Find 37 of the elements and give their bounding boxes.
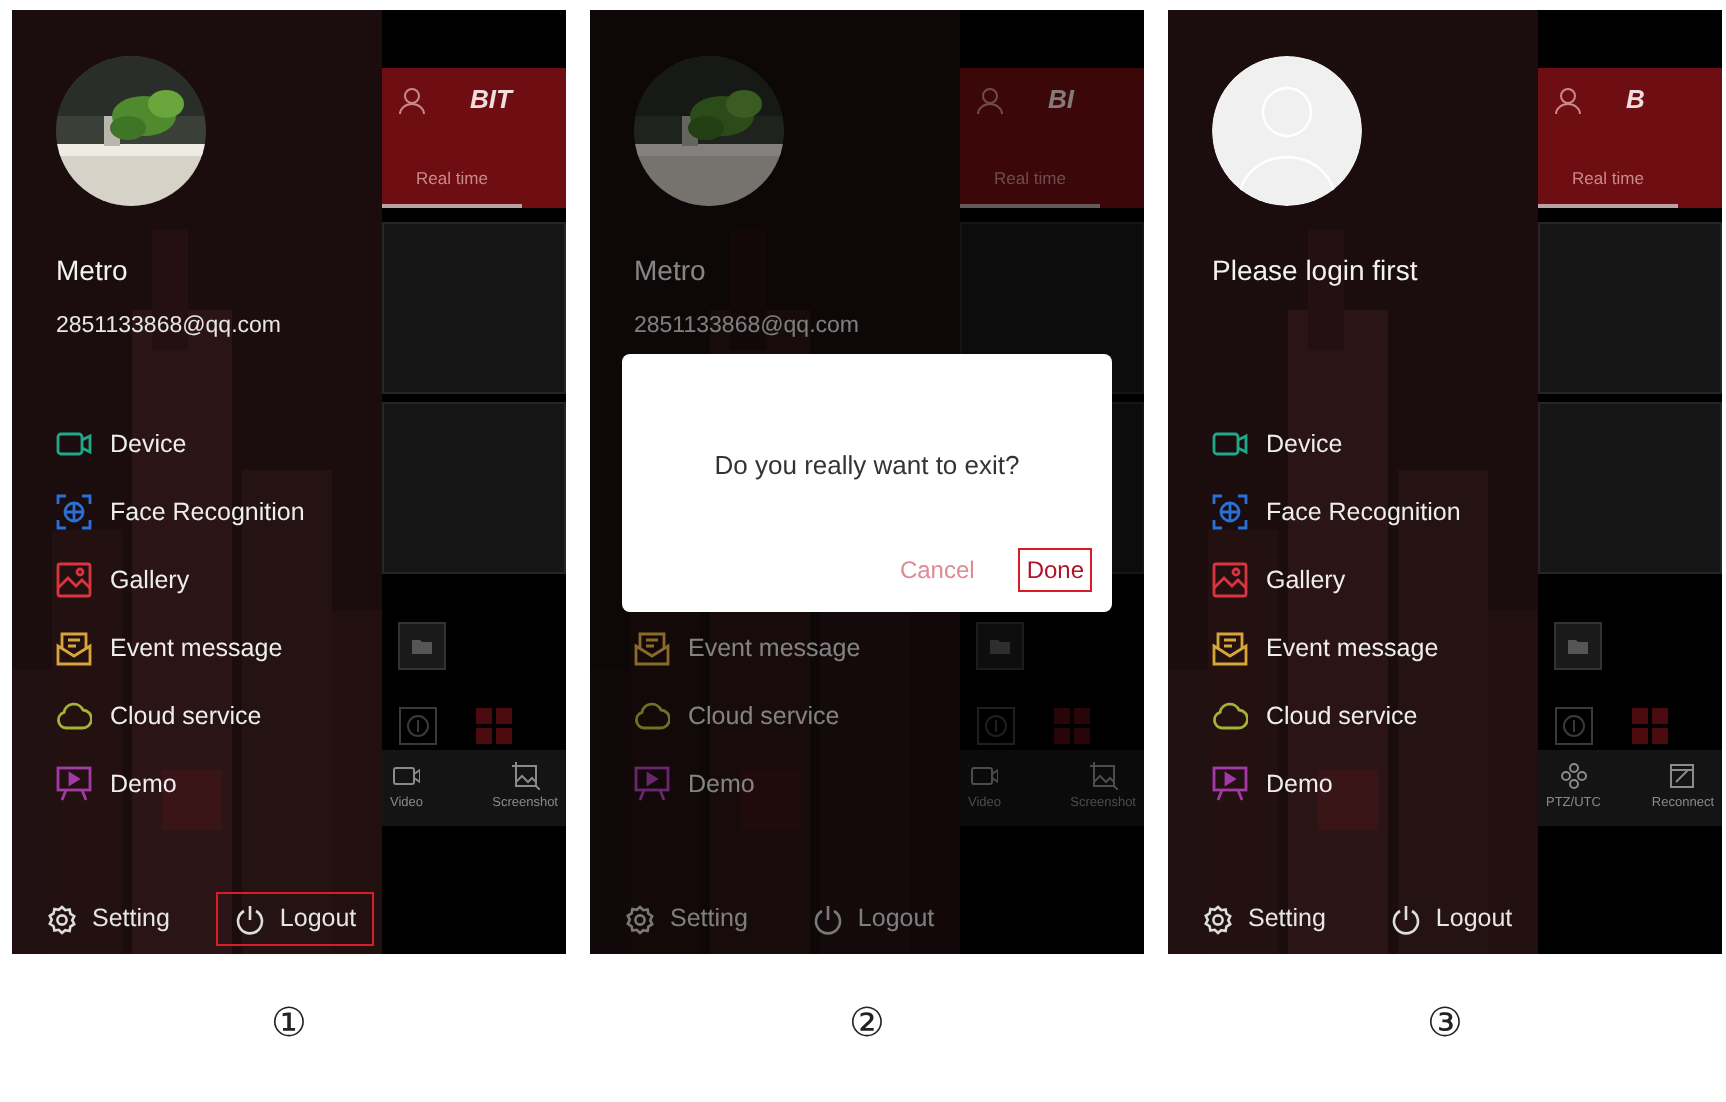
grid-view-icon[interactable] bbox=[1052, 706, 1092, 746]
menu-item[interactable]: Gallery bbox=[1266, 561, 1346, 599]
settings-icon bbox=[1202, 903, 1234, 936]
grid-view-icon[interactable] bbox=[474, 706, 514, 746]
folder-icon[interactable] bbox=[1554, 622, 1602, 670]
menu-item[interactable]: Demo bbox=[1266, 765, 1333, 803]
brand-name: B bbox=[1626, 82, 1645, 118]
step-number: ③ bbox=[1427, 1000, 1463, 1050]
user-name: Please login first bbox=[1212, 252, 1418, 290]
menu-item[interactable]: Event message bbox=[1266, 629, 1439, 667]
folder-icon[interactable] bbox=[398, 622, 446, 670]
single-view-icon[interactable] bbox=[398, 706, 438, 746]
tab[interactable]: Real time bbox=[1538, 166, 1678, 208]
video-camera-icon bbox=[970, 762, 999, 791]
user-icon[interactable] bbox=[1554, 85, 1582, 114]
grid-view-icon[interactable] bbox=[1630, 706, 1670, 746]
tab[interactable]: Real time bbox=[382, 166, 522, 208]
brand-name: BI bbox=[1048, 82, 1074, 118]
power-icon bbox=[1389, 903, 1422, 936]
screenshot-icon bbox=[511, 762, 540, 791]
setting-button[interactable]: Setting bbox=[1184, 892, 1344, 946]
single-view-icon[interactable] bbox=[976, 706, 1016, 746]
brand-name: BIT bbox=[470, 82, 512, 118]
avatar-placeholder-icon bbox=[1212, 56, 1362, 206]
folder-icon[interactable] bbox=[976, 622, 1024, 670]
single-view-icon[interactable] bbox=[1554, 706, 1594, 746]
menu-item[interactable]: Cloud service bbox=[1266, 697, 1418, 735]
user-icon[interactable] bbox=[976, 85, 1004, 114]
screenshot-icon bbox=[1089, 762, 1118, 791]
logout-button[interactable]: Logout bbox=[1371, 892, 1531, 946]
video-camera-icon bbox=[392, 762, 421, 791]
step-number: ② bbox=[849, 1000, 885, 1050]
step-number: ① bbox=[271, 1000, 307, 1050]
user-icon[interactable] bbox=[398, 85, 426, 114]
done-button[interactable]: Done bbox=[1018, 548, 1092, 592]
menu-item[interactable]: Face Recognition bbox=[1266, 493, 1461, 531]
menu-item[interactable]: Device bbox=[1266, 425, 1343, 463]
